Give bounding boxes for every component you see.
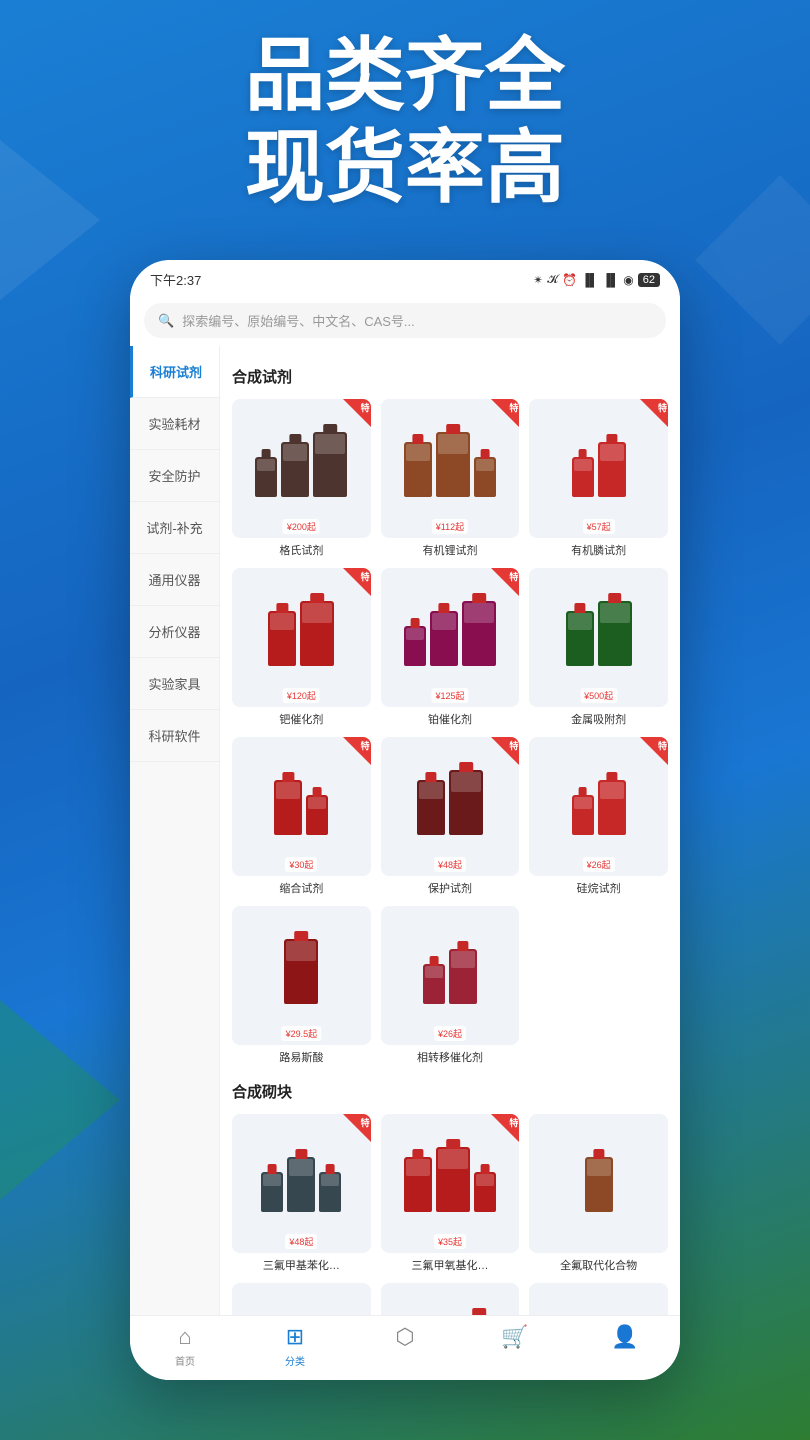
scan-icon: ⬡ (395, 1324, 414, 1350)
main-content: 合成试剂 ¥200起 格氏试剂 (220, 346, 680, 1315)
nav-item-profile[interactable]: 👤 (570, 1324, 680, 1368)
product-bchj[interactable]: ¥120起 钯催化剂 (232, 568, 371, 727)
nav-item-scan[interactable]: ⬡ (350, 1324, 460, 1368)
decorative-triangle-bottom (0, 1000, 120, 1200)
nav-item-cart[interactable]: 🛒 (460, 1324, 570, 1368)
product-jsxfj[interactable]: ¥500起 金属吸附剂 (529, 568, 668, 727)
product-bhsj[interactable]: ¥48起 保护试剂 (381, 737, 520, 896)
product-label-bhsj: 保护试剂 (428, 882, 472, 896)
product-lt-ls[interactable]: ¥25起 硫醇·硫醚 (232, 1283, 371, 1315)
product-grid-hcsj: ¥200起 格氏试剂 ¥112起 有机锂试剂 (232, 399, 668, 1065)
sidebar-item-kyzj[interactable]: 科研试剂 (130, 346, 219, 398)
product-bdbbsj[interactable]: 溴代苯硼酸 (381, 1283, 520, 1315)
status-time: 下午2:37 (150, 270, 201, 289)
product-label-bcchj: 铂催化剂 (428, 713, 472, 727)
product-label-qfqdhhw: 全氟取代化合物 (560, 1259, 637, 1273)
sidebar-item-kyrj[interactable]: 科研软件 (130, 710, 219, 762)
sidebar-item-syscj[interactable]: 实验耗材 (130, 398, 219, 450)
sidebar-item-syji[interactable]: 实验家具 (130, 658, 219, 710)
product-yjlinsj[interactable]: ¥57起 有机膦试剂 (529, 399, 668, 558)
nav-item-category[interactable]: ⊞ 分类 (240, 1324, 350, 1368)
product-label-lyss: 路易斯酸 (279, 1051, 323, 1065)
hero-title: 品类齐全 现货率高 (0, 30, 810, 214)
content-area: 科研试剂 实验耗材 安全防护 试剂-补充 通用仪器 分析仪器 实验家具 科研软件 (130, 346, 680, 1315)
status-icons: ✴ 𝓚 ⏰ ▐▌ ▐▌ ◉ 62 (533, 272, 660, 287)
section-title-hcsj: 合成试剂 (232, 366, 668, 387)
bottom-nav: ⌂ 首页 ⊞ 分类 ⬡ 🛒 👤 (130, 1315, 680, 1380)
sidebar-item-tyyq[interactable]: 通用仪器 (130, 554, 219, 606)
product-sfyjyh[interactable]: ¥35起 三氟甲氧基化… (381, 1114, 520, 1273)
product-gssj[interactable]: ¥200起 格氏试剂 (232, 399, 371, 558)
search-icon: 🔍 (158, 313, 174, 329)
product-label-bchj: 钯催化剂 (279, 713, 323, 727)
nav-label-home: 首页 (175, 1353, 195, 1368)
cart-icon: 🛒 (501, 1324, 528, 1350)
product-label-xzyhjj: 相转移催化剂 (417, 1051, 483, 1065)
sidebar-item-fxyq[interactable]: 分析仪器 (130, 606, 219, 658)
search-input-wrapper[interactable]: 🔍 探索编号、原始编号、中文名、CAS号... (144, 303, 666, 338)
product-sfybh[interactable]: ¥48起 三氟甲基苯化… (232, 1114, 371, 1273)
product-label-gwyj: 硅烷试剂 (577, 882, 621, 896)
product-label-jsxfj: 金属吸附剂 (571, 713, 626, 727)
product-gwyj[interactable]: ¥26起 硅烷试剂 (529, 737, 668, 896)
product-label-yjlinsj: 有机膦试剂 (571, 544, 626, 558)
product-bcchj[interactable]: ¥125起 铂催化剂 (381, 568, 520, 727)
product-lyss[interactable]: ¥29.5起 路易斯酸 (232, 906, 371, 1065)
sidebar-item-aqfh[interactable]: 安全防护 (130, 450, 219, 502)
search-bar[interactable]: 🔍 探索编号、原始编号、中文名、CAS号... (130, 295, 680, 346)
status-bar: 下午2:37 ✴ 𝓚 ⏰ ▐▌ ▐▌ ◉ 62 (130, 260, 680, 295)
home-icon: ⌂ (178, 1324, 191, 1350)
product-label-sfybh: 三氟甲基苯化… (263, 1259, 340, 1273)
product-label-shsj: 缩合试剂 (279, 882, 323, 896)
product-jhbsj[interactable]: ¥50起 杂环硼酸 (529, 1283, 668, 1315)
nav-item-home[interactable]: ⌂ 首页 (130, 1324, 240, 1368)
section-title-hcqk: 合成砌块 (232, 1081, 668, 1102)
product-yjlisj[interactable]: ¥112起 有机锂试剂 (381, 399, 520, 558)
product-xzyhjj[interactable]: ¥26起 相转移催化剂 (381, 906, 520, 1065)
hero-section: 品类齐全 现货率高 (0, 30, 810, 214)
product-label-gssj: 格氏试剂 (279, 544, 323, 558)
product-grid-hcqk: ¥48起 三氟甲基苯化… ¥35起 三氟甲氧基化… (232, 1114, 668, 1315)
category-icon: ⊞ (286, 1324, 304, 1350)
product-label-sfyjyh: 三氟甲氧基化… (411, 1259, 488, 1273)
profile-icon: 👤 (611, 1324, 638, 1350)
nav-label-category: 分类 (285, 1353, 305, 1368)
category-sidebar: 科研试剂 实验耗材 安全防护 试剂-补充 通用仪器 分析仪器 实验家具 科研软件 (130, 346, 220, 1315)
product-shsj[interactable]: ¥30起 缩合试剂 (232, 737, 371, 896)
search-placeholder: 探索编号、原始编号、中文名、CAS号... (182, 311, 415, 330)
product-qfqdhhw[interactable]: 全氟取代化合物 (529, 1114, 668, 1273)
sidebar-item-sjbc[interactable]: 试剂-补充 (130, 502, 219, 554)
phone-mockup: 下午2:37 ✴ 𝓚 ⏰ ▐▌ ▐▌ ◉ 62 🔍 探索编号、原始编号、中文名、… (130, 260, 680, 1380)
product-label-yjlisj: 有机锂试剂 (422, 544, 477, 558)
